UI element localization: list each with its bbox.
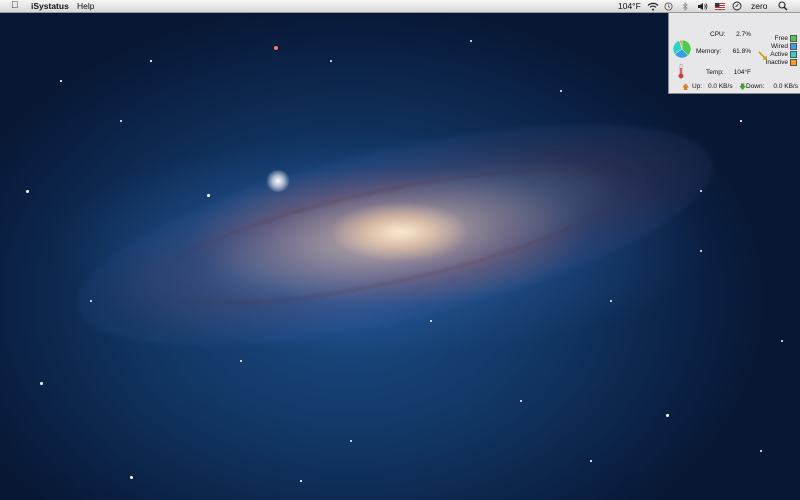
spotlight-icon[interactable] [778,0,788,12]
wifi-icon[interactable] [647,0,659,12]
star [666,414,669,417]
cpu-row: CPU: 2.7% [696,31,751,40]
legend-label: Free [774,34,788,42]
star [430,320,432,322]
legend-label: Active [770,50,788,58]
star [700,250,702,252]
volume-icon[interactable] [697,0,708,12]
legend-swatch [790,42,797,50]
legend-swatch [790,34,797,42]
memory-value: 61.8% [732,48,751,55]
temp-label: Temp: [706,69,724,76]
upload-value: 0.0 KB/s [708,83,733,90]
star [130,476,133,479]
menu-bar:  iSystatus Help 104°F zero [0,0,800,13]
temperature-status[interactable]: 104°F [618,0,641,12]
download-value: 0.0 KB/s [773,83,798,90]
satellite-galaxy [265,170,291,192]
system-status-panel: CPU: 2.7% Memory: 61.8% Temp: 104°F Free… [668,13,800,94]
user-menu[interactable]: zero [751,0,768,12]
star [274,46,278,50]
legend-label: Wired [771,42,788,50]
star [760,450,762,452]
time-machine-icon[interactable] [664,0,673,12]
thermometer-icon [678,63,684,79]
star [560,90,562,92]
star [781,340,783,342]
legend-item-inactive: Inactive [766,58,797,66]
star [300,480,302,482]
flag-icon[interactable] [715,0,725,12]
star [610,300,612,302]
star [150,60,152,62]
legend-item-wired: Wired [771,42,797,50]
upload-label: Up: [692,83,703,90]
star [350,440,352,442]
legend-item-active: Active [770,50,797,58]
star [330,60,332,62]
star [207,194,210,197]
memory-pie-chart [672,39,692,59]
memory-label: Memory: [696,48,722,55]
bluetooth-icon[interactable] [682,0,688,12]
app-menu[interactable]: iSystatus [31,0,69,12]
star [60,80,62,82]
star [240,360,242,362]
download-label: Down: [746,83,765,90]
star [470,40,472,42]
help-menu[interactable]: Help [77,0,94,12]
upload-arrow-icon: 🡅 [682,84,690,91]
cpu-value: 2.7% [736,31,751,38]
star [90,300,92,302]
apple-icon[interactable]:  [11,0,19,12]
memory-row: Memory: 61.8% [696,48,751,57]
legend-swatch [790,50,797,58]
legend-item-free: Free [775,34,797,42]
star [740,120,742,122]
star [700,190,702,192]
star [40,382,43,385]
temperature-row: Temp: 104°F [696,69,751,78]
star [520,400,522,402]
clock-icon[interactable] [732,0,742,12]
legend-swatch [790,58,797,66]
cpu-label: CPU: [710,31,726,38]
temp-value: 104°F [733,69,751,76]
legend-label: Inactive [765,58,788,66]
star [590,460,592,462]
network-row: 🡅 Up: 0.0 KB/s 🡇 Down: 0.0 KB/s [672,83,798,92]
star [120,120,122,122]
star [26,190,29,193]
